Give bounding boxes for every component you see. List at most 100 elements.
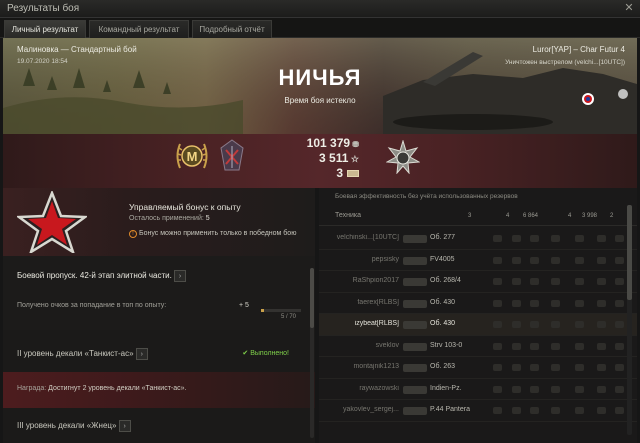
medal-icon[interactable]: [219, 138, 245, 174]
efficiency-icon[interactable]: [597, 256, 606, 264]
tank-icon: [403, 299, 427, 308]
decal3-info-button[interactable]: ›: [118, 420, 131, 432]
team-player-row[interactable]: izybeat[RLBS] Об. 430: [319, 314, 637, 336]
efficiency-icon[interactable]: [493, 299, 502, 307]
efficiency-icon[interactable]: [530, 385, 539, 393]
efficiency-icon[interactable]: [615, 342, 624, 350]
efficiency-icon[interactable]: [597, 385, 606, 393]
efficiency-icon[interactable]: [512, 299, 521, 307]
efficiency-icon[interactable]: [530, 299, 539, 307]
efficiency-icon[interactable]: [575, 256, 584, 264]
efficiency-icon[interactable]: [615, 364, 624, 371]
efficiency-icon[interactable]: [551, 278, 560, 285]
efficiency-icon[interactable]: [551, 407, 560, 414]
battlepass-progress-text: 5 / 70: [281, 314, 297, 320]
team-player-row[interactable]: sveklov Strv 103-0: [319, 336, 637, 357]
efficiency-icon[interactable]: [597, 299, 606, 307]
efficiency-icon[interactable]: [575, 364, 584, 371]
column-value-4[interactable]: 4: [568, 213, 571, 219]
efficiency-icon[interactable]: [493, 256, 502, 264]
team-player-row[interactable]: yakovlev_sergej... P.44 Pantera: [319, 400, 637, 422]
efficiency-icon[interactable]: [551, 256, 560, 264]
efficiency-icon[interactable]: [493, 278, 502, 285]
team-player-row[interactable]: RaShpion2017 Об. 268/4: [319, 271, 637, 293]
efficiency-icon[interactable]: [575, 299, 584, 307]
efficiency-icon[interactable]: [530, 321, 539, 328]
team-player-row[interactable]: pepsisky FV4005: [319, 250, 637, 271]
efficiency-icon[interactable]: [575, 235, 584, 242]
tab-detailed[interactable]: Подробный отчёт: [192, 20, 272, 38]
efficiency-icon[interactable]: [597, 407, 606, 414]
column-value-1[interactable]: 3: [468, 213, 471, 219]
efficiency-icon[interactable]: [551, 299, 560, 307]
left-scrollbar[interactable]: [310, 268, 314, 438]
credits-value: 101 379 ⛃: [306, 136, 359, 150]
team-player-row[interactable]: montajnik1213 Об. 263: [319, 357, 637, 379]
efficiency-icon[interactable]: [615, 299, 624, 307]
efficiency-icon[interactable]: [493, 342, 502, 350]
efficiency-icon[interactable]: [512, 407, 521, 414]
efficiency-icon[interactable]: [493, 407, 502, 414]
battlepass-progress-bar: [261, 309, 301, 312]
achievement-emblem-icon[interactable]: [386, 140, 420, 174]
efficiency-icon[interactable]: [530, 364, 539, 371]
efficiency-icon[interactable]: [597, 342, 606, 350]
efficiency-icon[interactable]: [615, 321, 624, 328]
efficiency-icon[interactable]: [530, 407, 539, 414]
efficiency-icon[interactable]: [597, 235, 606, 242]
team-scrollbar-thumb[interactable]: [627, 205, 632, 300]
efficiency-icon[interactable]: [493, 235, 502, 242]
efficiency-icon[interactable]: [530, 278, 539, 285]
efficiency-icon[interactable]: [597, 321, 606, 328]
efficiency-icon[interactable]: [615, 256, 624, 264]
team-player-row[interactable]: velchinski...[10UTC] Об. 277: [319, 228, 637, 250]
column-value-5[interactable]: 3 998: [582, 213, 597, 219]
efficiency-icon[interactable]: [551, 385, 560, 393]
efficiency-icon[interactable]: [493, 364, 502, 371]
column-vehicle[interactable]: Техника: [335, 212, 361, 219]
team-player-row[interactable]: raywazowski Indien-Pz.: [319, 379, 637, 400]
tab-personal[interactable]: Личный результат: [4, 20, 86, 38]
efficiency-icon[interactable]: [493, 321, 502, 328]
efficiency-icon[interactable]: [512, 278, 521, 285]
efficiency-icon[interactable]: [575, 385, 584, 393]
column-value-6[interactable]: 2: [610, 213, 613, 219]
efficiency-icon[interactable]: [512, 256, 521, 264]
close-icon[interactable]: ✕: [622, 2, 636, 15]
team-scrollbar[interactable]: [627, 205, 632, 435]
battlepass-section: Боевой пропуск. 42-й этап элитной части.…: [3, 256, 315, 330]
efficiency-icon[interactable]: [615, 407, 624, 414]
mastery-badge-icon[interactable]: M: [174, 138, 210, 174]
efficiency-icon[interactable]: [530, 235, 539, 242]
bonus-section: Управляемый бонус к опыту Осталось приме…: [3, 188, 315, 256]
efficiency-icon[interactable]: [551, 364, 560, 371]
tab-team[interactable]: Командный результат: [89, 20, 189, 38]
efficiency-icon[interactable]: [551, 235, 560, 242]
efficiency-icon[interactable]: [597, 278, 606, 285]
efficiency-icon[interactable]: [512, 385, 521, 393]
player-name: faerex[RLBS]: [357, 298, 399, 306]
efficiency-icon[interactable]: [597, 364, 606, 371]
battlepass-info-button[interactable]: ›: [174, 270, 187, 282]
left-scrollbar-thumb[interactable]: [310, 268, 314, 328]
efficiency-icon[interactable]: [530, 342, 539, 350]
efficiency-icon[interactable]: [512, 321, 521, 328]
efficiency-icon[interactable]: [615, 385, 624, 393]
efficiency-icon[interactable]: [575, 278, 584, 285]
efficiency-icon[interactable]: [575, 321, 584, 328]
efficiency-icon[interactable]: [512, 342, 521, 350]
efficiency-icon[interactable]: [512, 364, 521, 371]
column-value-3[interactable]: 6 864: [523, 213, 538, 219]
decal2-info-button[interactable]: ›: [135, 348, 148, 360]
efficiency-icon[interactable]: [530, 256, 539, 264]
team-player-row[interactable]: faerex[RLBS] Об. 430: [319, 293, 637, 314]
efficiency-icon[interactable]: [575, 407, 584, 414]
efficiency-icon[interactable]: [615, 278, 624, 285]
column-value-2[interactable]: 4: [506, 213, 509, 219]
efficiency-icon[interactable]: [575, 342, 584, 350]
efficiency-icon[interactable]: [615, 235, 624, 242]
efficiency-icon[interactable]: [512, 235, 521, 242]
efficiency-icon[interactable]: [551, 342, 560, 350]
efficiency-icon[interactable]: [551, 321, 560, 328]
efficiency-icon[interactable]: [493, 385, 502, 393]
